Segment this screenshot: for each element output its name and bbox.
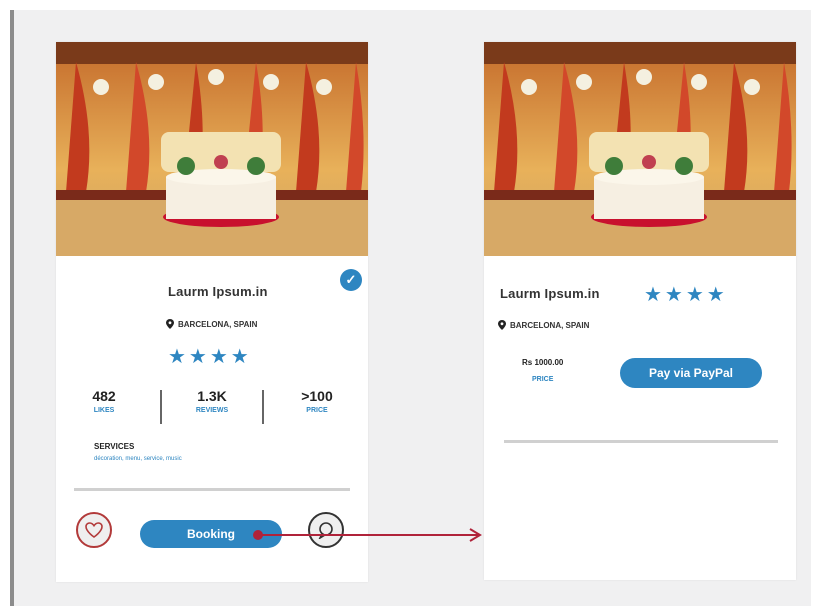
venue-title: Laurm Ipsum.in	[500, 286, 600, 301]
location-pin-icon	[498, 320, 506, 330]
venue-location: BARCELONA, SPAIN	[166, 319, 257, 329]
venue-title: Laurm Ipsum.in	[168, 284, 268, 299]
stat-price: >100 PRICE	[294, 388, 340, 414]
venue-card-details: ✓ Laurm Ipsum.in BARCELONA, SPAIN ★★★★ 4…	[56, 42, 368, 582]
booking-button[interactable]: Booking	[140, 520, 282, 548]
stat-divider	[160, 390, 162, 424]
stat-reviews-value: 1.3K	[197, 388, 227, 404]
rating-stars: ★★★★	[168, 346, 252, 368]
venue-card-payment: Laurm Ipsum.in ★★★★ BARCELONA, SPAIN Rs …	[484, 42, 796, 580]
venue-photo	[56, 42, 368, 256]
location-text: BARCELONA, SPAIN	[510, 320, 590, 330]
chat-icon	[318, 522, 333, 539]
venue-location: BARCELONA, SPAIN	[498, 320, 589, 330]
stat-likes-value: 482	[92, 388, 116, 404]
stat-price-value: >100	[301, 388, 333, 404]
stat-price-label: PRICE	[306, 407, 328, 414]
stat-reviews-label: REVIEWS	[195, 407, 229, 414]
rating-stars: ★★★★	[644, 284, 728, 306]
location-text: BARCELONA, SPAIN	[178, 319, 258, 329]
stat-likes-label: LIKES	[93, 407, 115, 414]
stat-reviews: 1.3K REVIEWS	[186, 388, 238, 414]
location-pin-icon	[166, 319, 174, 329]
price-value: Rs 1000.00	[522, 358, 564, 367]
services-text: décoration, menu, service, music	[94, 456, 182, 462]
stat-likes: 482 LIKES	[84, 388, 124, 414]
pay-via-paypal-button[interactable]: Pay via PayPal	[620, 358, 762, 388]
divider	[74, 488, 350, 491]
heart-icon	[85, 522, 103, 538]
chat-button[interactable]	[308, 512, 344, 548]
favorite-button[interactable]	[76, 512, 112, 548]
venue-photo	[484, 42, 796, 256]
divider	[504, 440, 778, 443]
verified-check-icon: ✓	[340, 269, 362, 291]
stat-divider	[262, 390, 264, 424]
services-heading: SERVICES	[94, 442, 135, 451]
price-label: PRICE	[532, 376, 554, 383]
